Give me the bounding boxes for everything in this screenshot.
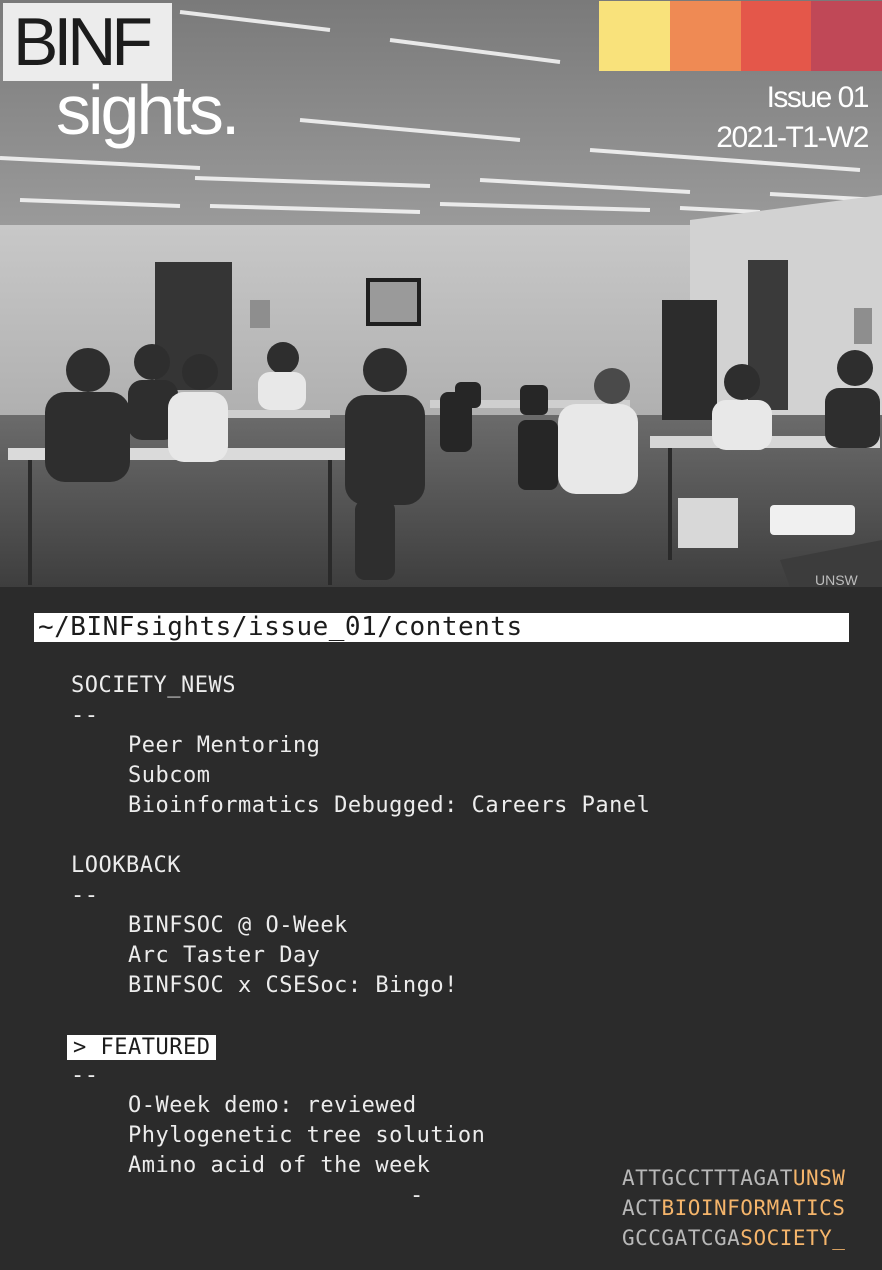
dna-word: UNSW: [792, 1166, 846, 1190]
contents-path: ~/BINFsights/issue_01/contents: [34, 613, 849, 642]
section-separator: --: [71, 1063, 99, 1088]
issue-term: 2021-T1-W2: [716, 121, 869, 154]
photo-sign-text: UNSW: [815, 572, 859, 587]
dna-line-bioinformatics: ACTBIOINFORMATICS: [622, 1193, 845, 1223]
section-heading-lookback: LOOKBACK: [71, 853, 181, 878]
contents-item[interactable]: O-Week demo: reviewed: [128, 1091, 417, 1121]
contents-item[interactable]: Amino acid of the week: [128, 1151, 430, 1181]
issue-number: Issue 01: [766, 81, 870, 114]
logo-sights: sights.: [56, 71, 240, 149]
dna-line-unsw: ATTGCCTTTAGATUNSW: [622, 1163, 845, 1193]
featured-heading: > FEATURED: [67, 1033, 217, 1063]
dna-line-society: GCCGATCGASOCIETY_: [622, 1223, 845, 1253]
dna-word: SOCIETY_: [740, 1226, 846, 1250]
swatch-red: [740, 1, 812, 71]
dna-sequence: GCCGATCGA: [622, 1226, 741, 1250]
section-separator: --: [71, 883, 99, 908]
swatch-orange: [669, 1, 741, 71]
issue-info: Issue 01 2021-T1-W2: [716, 78, 870, 158]
contents-item[interactable]: Phylogenetic tree solution: [128, 1121, 485, 1151]
color-swatches: [599, 1, 882, 71]
trailing-dash: -: [410, 1183, 424, 1208]
cover-photo: UNSW BINF sights. Issue 01 2021-T1-W2: [0, 0, 882, 587]
contents-item[interactable]: Bioinformatics Debugged: Careers Panel: [128, 791, 650, 821]
swatch-rose: [811, 1, 882, 71]
section-separator: --: [71, 703, 99, 728]
contents-item[interactable]: Arc Taster Day: [128, 941, 320, 971]
contents-item[interactable]: BINFSOC x CSESoc: Bingo!: [128, 971, 458, 1001]
section-heading-society-news: SOCIETY_NEWS: [71, 673, 236, 698]
contents-item[interactable]: BINFSOC @ O-Week: [128, 911, 348, 941]
logo-binf: BINF: [13, 4, 153, 80]
dna-sequence: ATTGCCTTTAGAT: [622, 1166, 793, 1190]
contents-item[interactable]: Subcom: [128, 761, 210, 791]
contents-item[interactable]: Peer Mentoring: [128, 731, 320, 761]
swatch-yellow: [599, 1, 670, 71]
dna-sequence: ACT: [622, 1196, 662, 1220]
dna-word: BIOINFORMATICS: [661, 1196, 846, 1220]
featured-label: > FEATURED: [67, 1035, 217, 1060]
